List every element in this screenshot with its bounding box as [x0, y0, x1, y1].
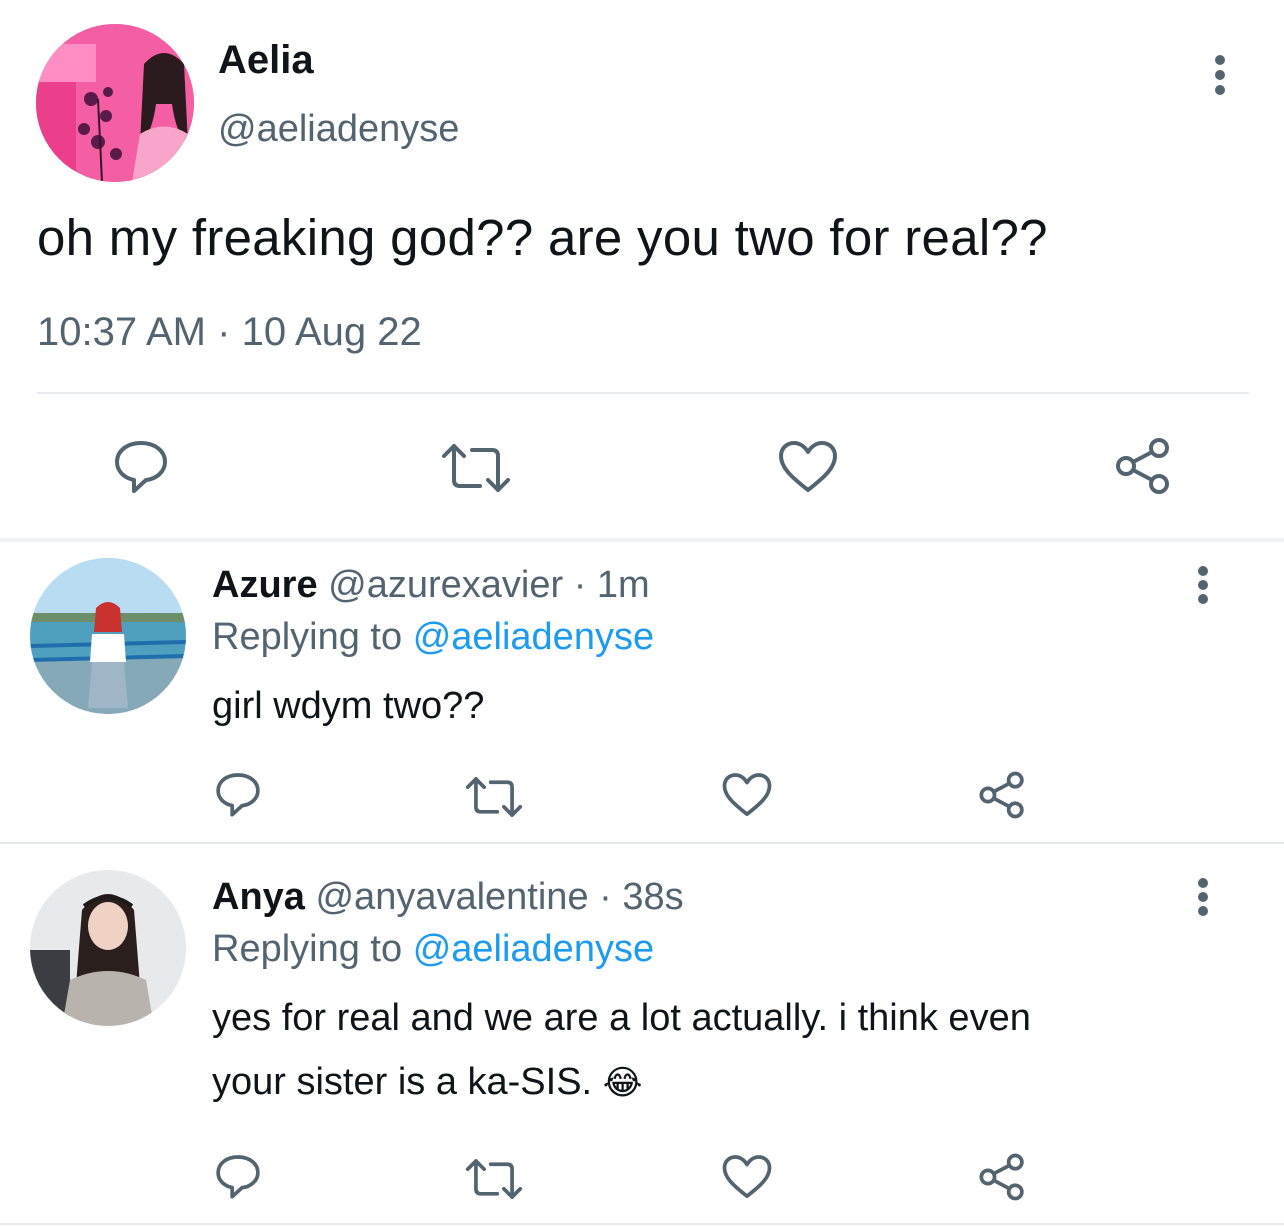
like-icon[interactable]: [778, 440, 838, 494]
time-separator: ·: [217, 310, 231, 354]
share-icon[interactable]: [1114, 436, 1172, 496]
reply-icon[interactable]: [112, 437, 170, 495]
reply-icon[interactable]: [214, 1152, 262, 1200]
author-avatar[interactable]: [36, 24, 194, 182]
share-icon[interactable]: [978, 770, 1026, 820]
replying-to-handle[interactable]: @aeliadenyse: [413, 928, 654, 970]
reply-avatar[interactable]: [30, 558, 186, 714]
reply-text: yes for real and we are a lot actually. …: [212, 986, 1031, 1115]
reply-author-name[interactable]: Azure: [212, 564, 318, 606]
retweet-icon[interactable]: [464, 774, 524, 820]
reply-text-line: your sister is a ka-SIS. 😂: [212, 1061, 643, 1103]
section-divider: [0, 538, 1284, 542]
reply-age: 38s: [622, 876, 684, 918]
reply-age: 1m: [596, 564, 650, 606]
reply-separator: ·: [573, 564, 587, 606]
section-divider: [0, 842, 1284, 844]
replying-to-label: Replying to: [212, 616, 403, 658]
reply-more-options-icon[interactable]: [1190, 877, 1216, 919]
retweet-icon[interactable]: [440, 440, 512, 496]
tweet-timestamp: 10:37 AM · 10 Aug 22: [37, 310, 422, 355]
reply-author-handle[interactable]: @anyavalentine: [315, 876, 588, 918]
section-divider: [0, 1223, 1284, 1225]
more-options-icon[interactable]: [1207, 54, 1233, 98]
reply-author-name[interactable]: Anya: [212, 876, 305, 918]
reply-more-options-icon[interactable]: [1190, 565, 1216, 607]
like-icon[interactable]: [722, 772, 772, 818]
replying-to-label: Replying to: [212, 928, 403, 970]
tweet-text: oh my freaking god?? are you two for rea…: [37, 209, 1048, 266]
reply-text: girl wdym two??: [212, 685, 485, 727]
reply-header: Azure @azurexavier · 1m: [212, 564, 650, 607]
reply-icon[interactable]: [214, 770, 262, 818]
like-icon[interactable]: [722, 1154, 772, 1200]
author-handle[interactable]: @aeliadenyse: [218, 108, 459, 151]
reply-separator: ·: [599, 876, 612, 918]
reply-author-handle[interactable]: @azurexavier: [328, 564, 563, 606]
divider: [37, 392, 1249, 394]
tweet-time: 10:37 AM: [37, 310, 207, 354]
reply-avatar[interactable]: [30, 870, 186, 1026]
author-name[interactable]: Aelia: [218, 38, 314, 83]
retweet-icon[interactable]: [464, 1156, 524, 1202]
replying-to-handle[interactable]: @aeliadenyse: [413, 616, 654, 658]
laughing-crying-emoji: 😂: [602, 1064, 643, 1102]
share-icon[interactable]: [978, 1152, 1026, 1202]
tweet-date: 10 Aug 22: [241, 310, 422, 354]
reply-header: Anya @anyavalentine · 38s: [212, 876, 684, 919]
replying-to: Replying to @aeliadenyse: [212, 616, 654, 659]
replying-to: Replying to @aeliadenyse: [212, 928, 654, 971]
reply-text-line: yes for real and we are a lot actually. …: [212, 997, 1031, 1039]
